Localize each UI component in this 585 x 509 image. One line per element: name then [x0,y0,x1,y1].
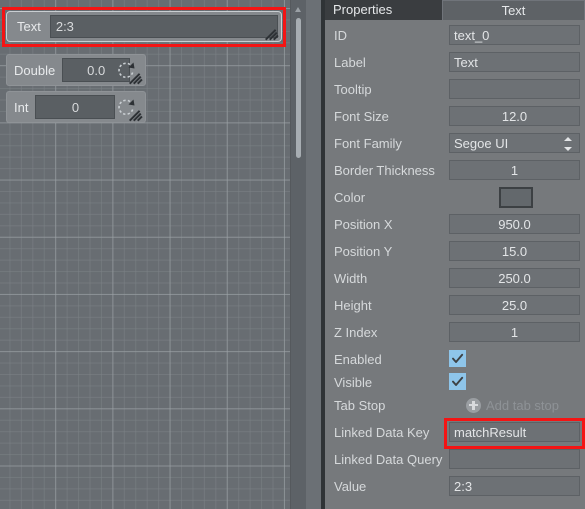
value-field[interactable]: 2:3 [449,476,580,496]
canvas-text-widget-label: Text [17,19,41,34]
property-row-height: Height 25.0 [325,292,585,319]
canvas-text-widget-input[interactable]: 2:3 [49,15,278,38]
property-row-z-index: Z Index 1 [325,319,585,346]
border-thickness-field[interactable]: 1 [449,160,580,180]
scroll-up-arrow-icon[interactable] [291,3,306,15]
property-row-position-x: Position X 950.0 [325,211,585,238]
property-row-value: Value 2:3 [325,473,585,500]
rotate-handle-icon[interactable] [113,58,139,84]
color-swatch[interactable] [499,187,533,208]
canvas-double-widget-label: Double [14,62,56,78]
linked-data-key-field[interactable]: matchResult [449,422,580,442]
font-size-field[interactable]: 12.0 [449,106,580,126]
add-tab-stop-button[interactable]: Add tab stop [466,395,559,415]
panel-title: Properties [333,2,393,17]
canvas-int-widget-label: Int [14,99,29,115]
property-row-font-family: Font Family Segoe UI [325,130,585,157]
property-row-label: Label Text [325,49,585,76]
property-label-label: Label [334,55,366,70]
add-tab-stop-label: Add tab stop [486,397,559,413]
property-label-border-thickness: Border Thickness [334,163,435,178]
property-label-linked-data-query: Linked Data Query [334,452,443,467]
label-field[interactable]: Text [449,52,580,72]
tooltip-field[interactable] [449,79,580,99]
property-row-font-size: Font Size 12.0 [325,103,585,130]
width-field[interactable]: 250.0 [449,268,580,288]
property-label-z-index: Z Index [334,325,378,340]
property-label-font-size: Font Size [334,109,389,124]
canvas-int-widget-input[interactable]: 0 [35,95,116,119]
property-label-linked-data-key: Linked Data Key [334,425,430,440]
font-family-select[interactable]: Segoe UI [449,133,580,153]
id-field[interactable]: text_0 [449,25,580,45]
canvas-int-widget[interactable]: Int 0 [6,91,146,123]
z-index-field[interactable]: 1 [449,322,580,342]
canvas-text-widget[interactable]: Text 2:3 [6,11,282,42]
position-y-field[interactable]: 15.0 [449,241,580,261]
property-row-linked-data-key: Linked Data Key matchResult [325,419,585,446]
check-icon [452,353,464,363]
position-x-field[interactable]: 950.0 [449,214,580,234]
property-row-id: ID text_0 [325,22,585,49]
property-label-position-x: Position X [334,217,393,232]
property-label-color: Color [334,190,366,205]
tab-text[interactable]: Text [442,0,585,20]
properties-panel: Properties Text ID text_0 Label Text Too… [321,0,585,509]
visible-checkbox[interactable] [449,373,466,390]
property-label-font-family: Font Family [334,136,402,151]
property-row-tab-stop: Tab Stop Add tab stop [325,392,585,419]
enabled-checkbox[interactable] [449,350,466,367]
canvas-double-widget[interactable]: Double 0.0 [6,54,146,86]
properties-panel-header: Properties Text [325,0,585,20]
chevron-updown-icon [564,137,573,151]
scrollbar-thumb[interactable] [296,18,301,158]
property-row-border-thickness: Border Thickness 1 [325,157,585,184]
property-label-tab-stop: Tab Stop [334,398,386,413]
design-canvas[interactable]: Text 2:3 Double 0.0 Int 0 [0,0,306,509]
property-row-width: Width 250.0 [325,265,585,292]
height-field[interactable]: 25.0 [449,295,580,315]
property-label-height: Height [334,298,372,313]
canvas-vertical-scrollbar[interactable] [290,0,306,509]
check-icon [452,376,464,386]
property-label-position-y: Position Y [334,244,393,259]
font-family-value: Segoe UI [454,135,509,151]
property-label-width: Width [334,271,368,286]
property-row-color: Color [325,184,585,211]
plus-circle-icon [466,397,481,413]
property-row-linked-data-query: Linked Data Query [325,446,585,473]
property-row-tooltip: Tooltip [325,76,585,103]
rotate-handle-icon[interactable] [113,95,139,121]
property-label-tooltip: Tooltip [334,82,372,97]
app-root: Text 2:3 Double 0.0 Int 0 Properties Tex… [0,0,585,509]
property-label-id: ID [334,28,347,43]
linked-data-query-field[interactable] [449,449,580,469]
property-row-position-y: Position Y 15.0 [325,238,585,265]
property-label-value: Value [334,479,367,494]
